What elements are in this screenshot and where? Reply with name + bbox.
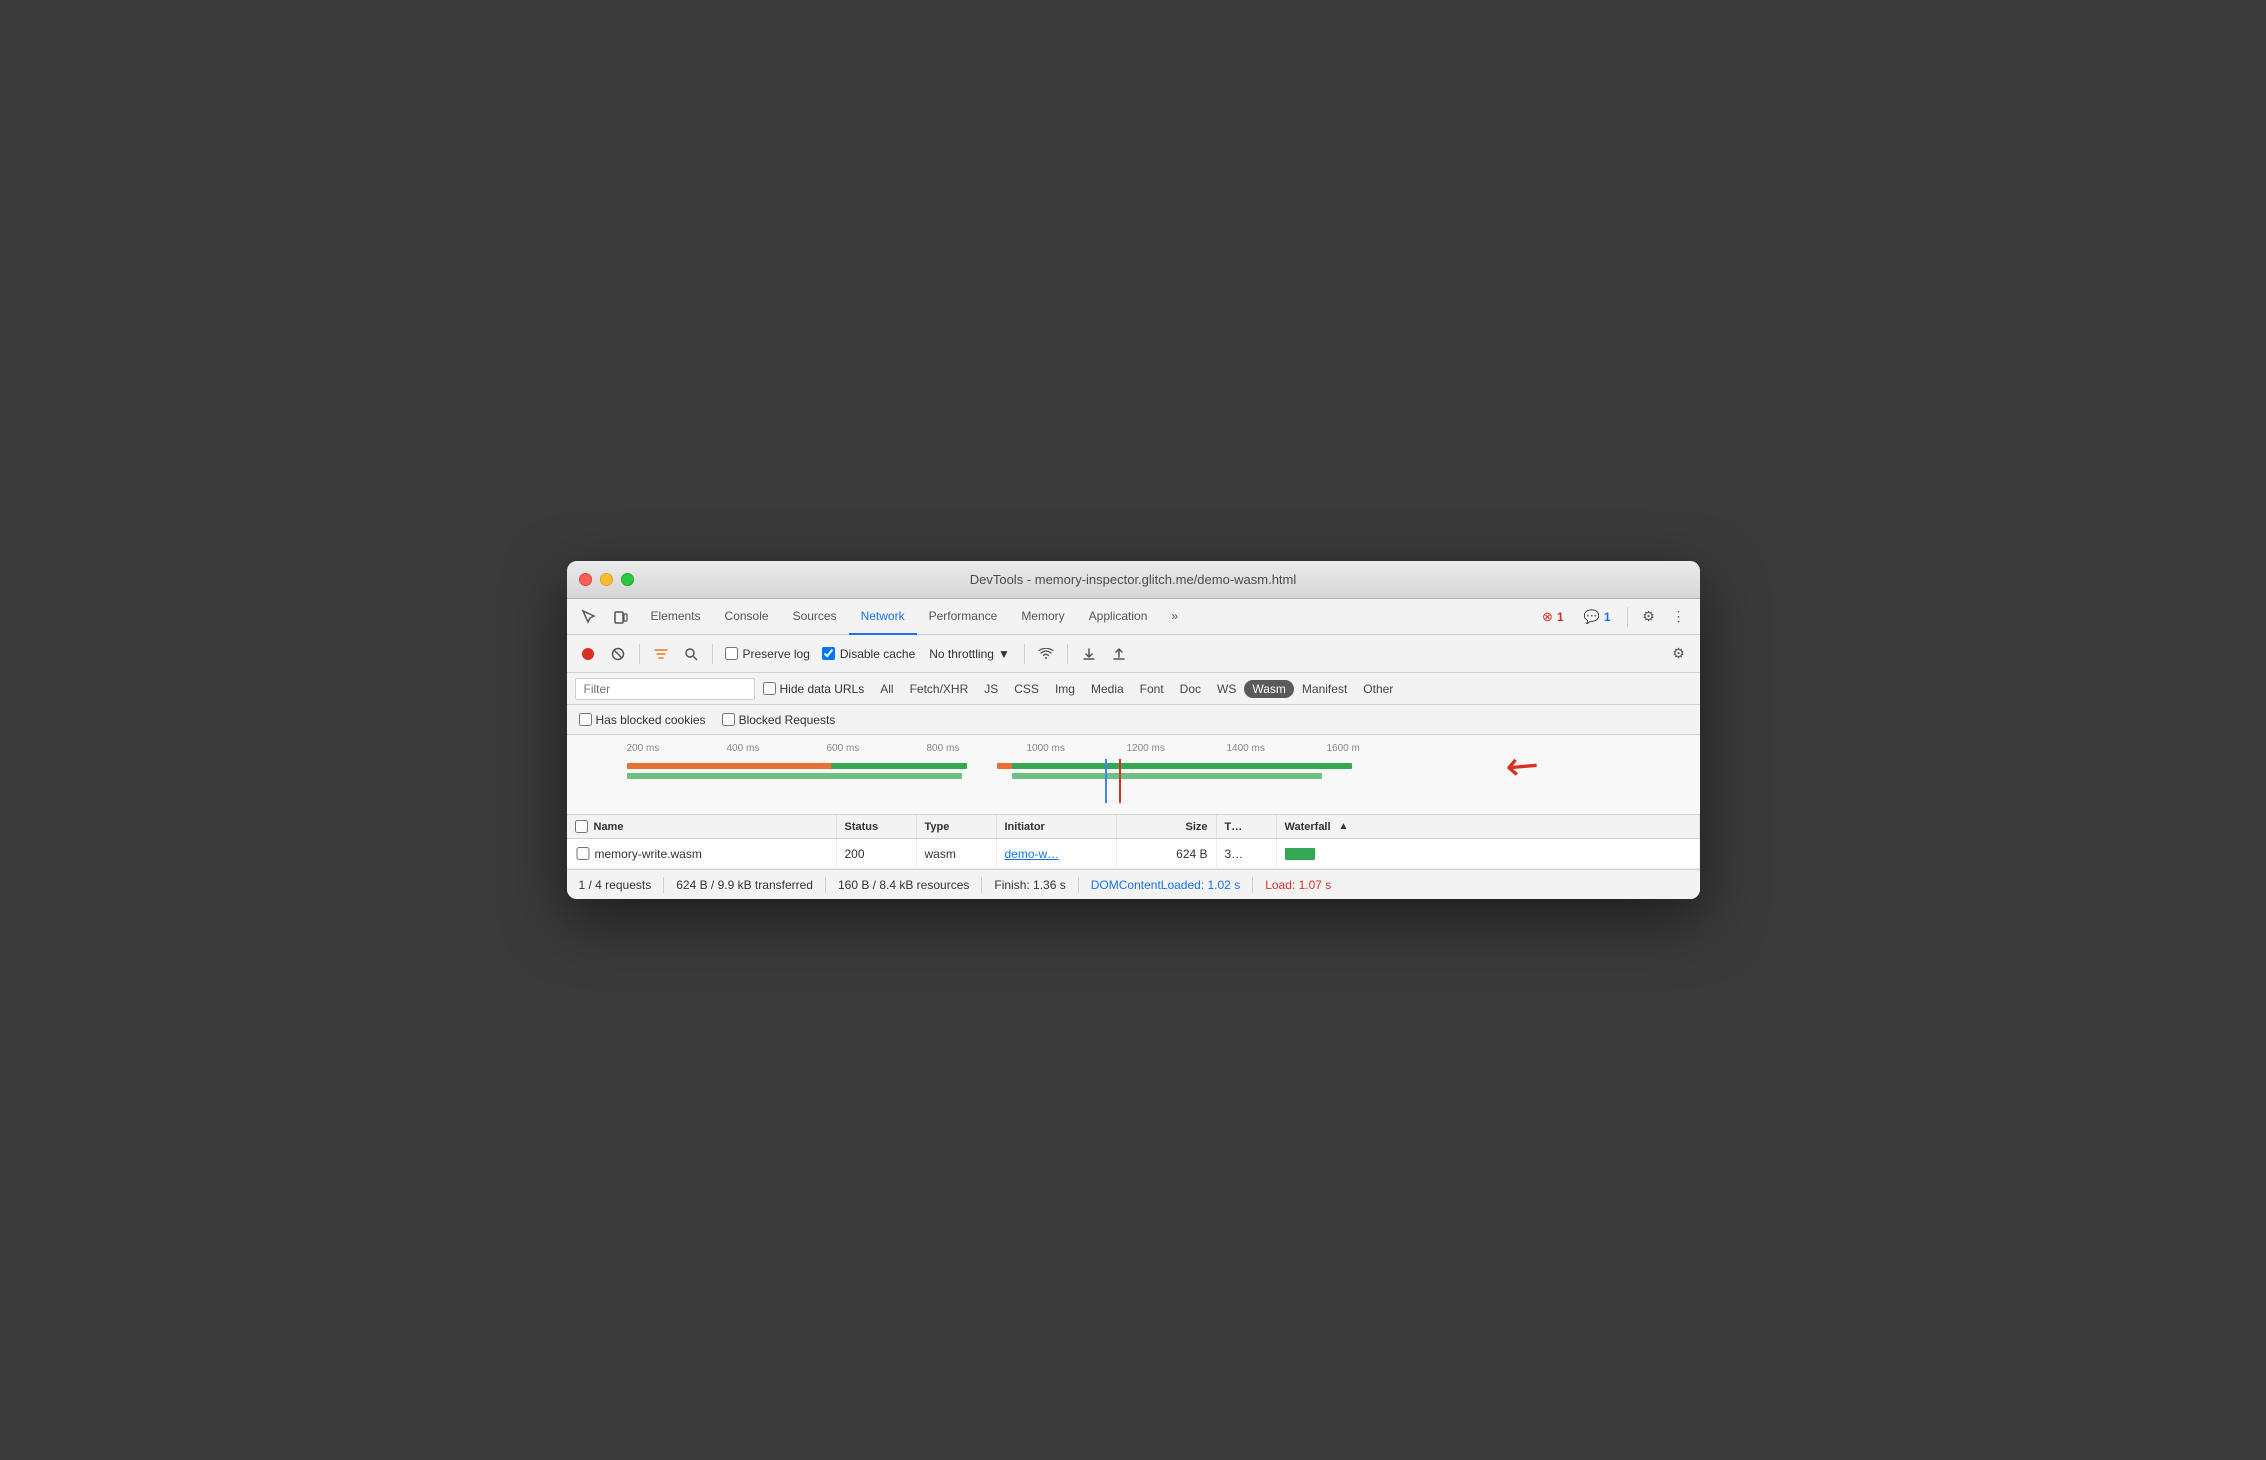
th-status[interactable]: Status <box>837 815 917 838</box>
devtools-window: DevTools - memory-inspector.glitch.me/de… <box>567 561 1700 899</box>
status-resources: 160 B / 8.4 kB resources <box>838 878 969 892</box>
tabs-right: ⊗ 1 💬 1 ⚙ ⋮ <box>1534 604 1691 630</box>
traffic-lights <box>579 573 634 586</box>
tick-1200ms: 1200 ms <box>1127 743 1165 754</box>
record-button[interactable] <box>575 641 601 667</box>
filter-img[interactable]: Img <box>1047 680 1083 698</box>
row-checkbox[interactable] <box>575 847 591 860</box>
import-har-button[interactable] <box>1076 641 1102 667</box>
more-options-button[interactable]: ⋮ <box>1666 604 1692 630</box>
filter-toggle-button[interactable] <box>648 641 674 667</box>
close-button[interactable] <box>579 573 592 586</box>
filter-fetch-xhr[interactable]: Fetch/XHR <box>902 680 977 698</box>
inspect-element-button[interactable] <box>575 603 603 631</box>
filter-css[interactable]: CSS <box>1006 680 1047 698</box>
td-type: wasm <box>917 839 997 868</box>
tick-1000ms: 1000 ms <box>1027 743 1065 754</box>
status-load: Load: 1.07 s <box>1265 878 1331 892</box>
has-blocked-cookies-checkbox[interactable]: Has blocked cookies <box>579 713 706 727</box>
network-toolbar: Preserve log Disable cache No throttling… <box>567 635 1700 673</box>
tick-200ms: 200 ms <box>627 743 660 754</box>
tab-sources[interactable]: Sources <box>781 599 849 635</box>
th-waterfall[interactable]: Waterfall ▲ <box>1277 815 1700 838</box>
status-transferred: 624 B / 9.9 kB transferred <box>676 878 813 892</box>
tab-console[interactable]: Console <box>713 599 781 635</box>
message-badge-button[interactable]: 💬 1 <box>1576 606 1619 628</box>
filter-manifest[interactable]: Manifest <box>1294 680 1355 698</box>
network-settings-button[interactable]: ⚙ <box>1666 641 1692 667</box>
filter-media[interactable]: Media <box>1083 680 1132 698</box>
td-name: memory-write.wasm <box>567 839 837 868</box>
filter-wasm[interactable]: Wasm <box>1244 680 1294 698</box>
filter-doc[interactable]: Doc <box>1172 680 1209 698</box>
td-time: 3… <box>1217 839 1277 868</box>
search-button[interactable] <box>678 641 704 667</box>
disable-cache-checkbox[interactable]: Disable cache <box>818 647 919 661</box>
tick-800ms: 800 ms <box>927 743 960 754</box>
filter-bar: Hide data URLs All Fetch/XHR JS CSS Img … <box>567 673 1700 705</box>
tab-application[interactable]: Application <box>1077 599 1160 635</box>
tab-network[interactable]: Network <box>849 599 917 635</box>
hide-data-urls-checkbox[interactable]: Hide data URLs <box>763 682 865 696</box>
filter-font[interactable]: Font <box>1132 680 1172 698</box>
td-initiator: demo-w… <box>997 839 1117 868</box>
td-waterfall <box>1277 839 1700 868</box>
waterfall-bar <box>1285 848 1315 860</box>
th-size[interactable]: Size <box>1117 815 1217 838</box>
export-har-button[interactable] <box>1106 641 1132 667</box>
wifi-icon <box>1033 641 1059 667</box>
th-type[interactable]: Type <box>917 815 997 838</box>
filter-type-buttons: All Fetch/XHR JS CSS Img Media Font Doc … <box>872 680 1401 698</box>
status-bar: 1 / 4 requests 624 B / 9.9 kB transferre… <box>567 869 1700 899</box>
maximize-button[interactable] <box>621 573 634 586</box>
filter-input[interactable] <box>575 678 755 700</box>
filter-ws[interactable]: WS <box>1209 680 1244 698</box>
tick-400ms: 400 ms <box>727 743 760 754</box>
tab-elements[interactable]: Elements <box>639 599 713 635</box>
tick-600ms: 600 ms <box>827 743 860 754</box>
blocked-requests-checkbox[interactable]: Blocked Requests <box>722 713 836 727</box>
filter-all[interactable]: All <box>872 680 901 698</box>
filter-js[interactable]: JS <box>976 680 1006 698</box>
device-toolbar-button[interactable] <box>607 603 635 631</box>
timeline-bar-green-1 <box>627 773 962 779</box>
clear-button[interactable] <box>605 641 631 667</box>
title-bar: DevTools - memory-inspector.glitch.me/de… <box>567 561 1700 599</box>
tab-more[interactable]: » <box>1159 599 1190 635</box>
select-all-checkbox[interactable] <box>575 820 588 833</box>
tab-performance[interactable]: Performance <box>917 599 1010 635</box>
timeline-red-line <box>1119 759 1121 803</box>
tick-1600m: 1600 m <box>1327 743 1360 754</box>
settings-icon-button[interactable]: ⚙ <box>1636 604 1662 630</box>
th-initiator[interactable]: Initiator <box>997 815 1117 838</box>
window-title: DevTools - memory-inspector.glitch.me/de… <box>970 572 1297 587</box>
devtools-body: Elements Console Sources Network Perform… <box>567 599 1700 899</box>
timeline-bar-orange <box>627 763 967 769</box>
status-dom-content-loaded: DOMContentLoaded: 1.02 s <box>1091 878 1240 892</box>
throttle-select[interactable]: No throttling ▼ <box>923 644 1016 664</box>
error-badge-button[interactable]: ⊗ 1 <box>1534 606 1572 628</box>
tab-memory[interactable]: Memory <box>1009 599 1076 635</box>
table-header: Name Status Type Initiator Size T… Water… <box>567 815 1700 839</box>
minimize-button[interactable] <box>600 573 613 586</box>
table-row[interactable]: memory-write.wasm 200 wasm demo-w… 624 B… <box>567 839 1700 869</box>
timeline-blue-line <box>1105 759 1107 803</box>
timeline-bar-green-3 <box>1012 773 1322 779</box>
timeline-area: 200 ms 400 ms 600 ms 800 ms 1000 ms 1200… <box>567 735 1700 815</box>
th-time[interactable]: T… <box>1217 815 1277 838</box>
status-requests: 1 / 4 requests <box>579 878 652 892</box>
status-finish: Finish: 1.36 s <box>994 878 1065 892</box>
cookies-bar: Has blocked cookies Blocked Requests <box>567 705 1700 735</box>
tabs-bar: Elements Console Sources Network Perform… <box>567 599 1700 635</box>
preserve-log-checkbox[interactable]: Preserve log <box>721 647 814 661</box>
filter-other[interactable]: Other <box>1355 680 1401 698</box>
th-name[interactable]: Name <box>567 815 837 838</box>
timeline-bar-green-2 <box>1012 763 1352 769</box>
table-body: memory-write.wasm 200 wasm demo-w… 624 B… <box>567 839 1700 869</box>
td-status: 200 <box>837 839 917 868</box>
tick-1400ms: 1400 ms <box>1227 743 1265 754</box>
sort-arrow: ▲ <box>1339 821 1349 832</box>
td-size: 624 B <box>1117 839 1217 868</box>
